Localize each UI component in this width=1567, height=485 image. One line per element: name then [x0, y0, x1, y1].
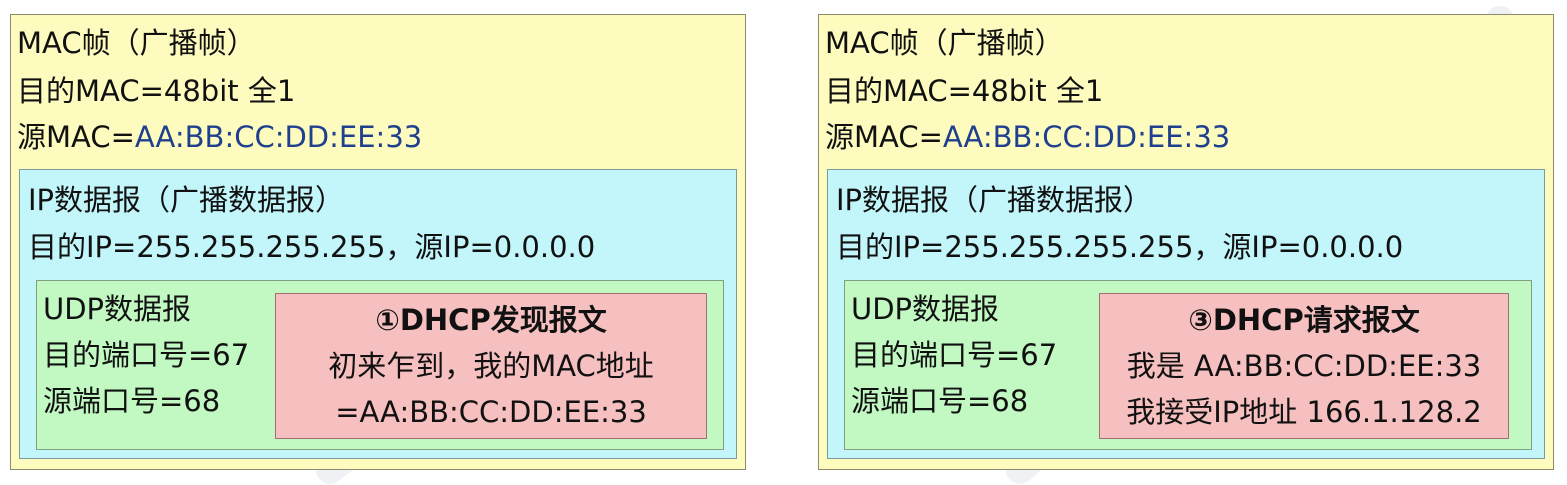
dhcp-message-line-2: 我接受IP地址 166.1.128.2	[1126, 395, 1482, 429]
mac-src-value: AA:BB:CC:DD:EE:33	[134, 120, 423, 154]
ip-addresses: 目的IP=255.255.255.255，源IP=0.0.0.0	[836, 230, 1404, 264]
udp-src-port: 源端口号=68	[43, 384, 221, 418]
ip-datagram-left: IP数据报（广播数据报） 目的IP=255.255.255.255，源IP=0.…	[19, 169, 737, 459]
udp-datagram-left: UDP数据报 目的端口号=67 源端口号=68 ①DHCP发现报文 初来乍到，我…	[36, 280, 724, 450]
dhcp-message-line-2: =AA:BB:CC:DD:EE:33	[335, 395, 647, 429]
udp-datagram-right: UDP数据报 目的端口号=67 源端口号=68 ③DHCP请求报文 我是 AA:…	[844, 280, 1532, 450]
mac-src-label: 源MAC=	[825, 120, 943, 154]
mac-src-label: 源MAC=	[17, 120, 135, 154]
udp-datagram-title: UDP数据报	[851, 292, 1000, 326]
dhcp-message-line-1: 初来乍到，我的MAC地址	[328, 349, 654, 383]
dhcp-message-title: ③DHCP请求报文	[1188, 303, 1420, 337]
ip-datagram-right: IP数据报（广播数据报） 目的IP=255.255.255.255，源IP=0.…	[827, 169, 1545, 459]
udp-dst-port: 目的端口号=67	[43, 338, 250, 372]
mac-dst-address: 目的MAC=48bit 全1	[17, 74, 296, 108]
ip-datagram-title: IP数据报（广播数据报）	[28, 183, 345, 217]
ip-addresses: 目的IP=255.255.255.255，源IP=0.0.0.0	[28, 230, 596, 264]
mac-frame-title: MAC帧（广播帧）	[17, 26, 256, 60]
udp-dst-port: 目的端口号=67	[851, 338, 1058, 372]
mac-src-address: 源MAC=AA:BB:CC:DD:EE:33	[825, 117, 1230, 157]
mac-src-value: AA:BB:CC:DD:EE:33	[942, 120, 1231, 154]
mac-dst-address: 目的MAC=48bit 全1	[825, 74, 1104, 108]
udp-datagram-title: UDP数据报	[43, 292, 192, 326]
mac-frame-right: MAC帧（广播帧） 目的MAC=48bit 全1 源MAC=AA:BB:CC:D…	[818, 14, 1554, 470]
mac-frame-left: MAC帧（广播帧） 目的MAC=48bit 全1 源MAC=AA:BB:CC:D…	[10, 14, 746, 470]
mac-src-address: 源MAC=AA:BB:CC:DD:EE:33	[17, 117, 422, 157]
dhcp-message-title: ①DHCP发现报文	[375, 303, 607, 337]
mac-frame-title: MAC帧（广播帧）	[825, 26, 1064, 60]
udp-src-port: 源端口号=68	[851, 384, 1029, 418]
dhcp-request-message: ③DHCP请求报文 我是 AA:BB:CC:DD:EE:33 我接受IP地址 1…	[1099, 293, 1509, 439]
dhcp-message-line-1: 我是 AA:BB:CC:DD:EE:33	[1126, 349, 1482, 383]
dhcp-discover-message: ①DHCP发现报文 初来乍到，我的MAC地址 =AA:BB:CC:DD:EE:3…	[275, 293, 707, 439]
ip-datagram-title: IP数据报（广播数据报）	[836, 183, 1153, 217]
